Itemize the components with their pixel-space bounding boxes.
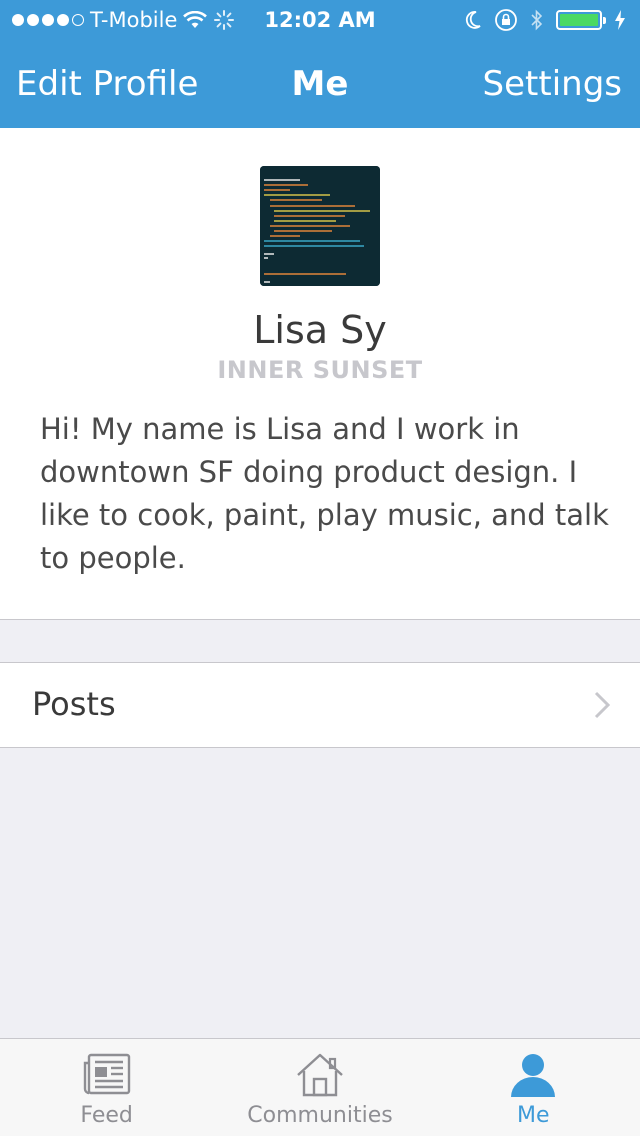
tab-feed-label: Feed xyxy=(80,1103,133,1128)
rotation-lock-icon xyxy=(495,9,517,31)
tab-me-label: Me xyxy=(517,1103,550,1128)
house-icon xyxy=(297,1053,343,1097)
status-bar: T-Mobile 12:02 AM xyxy=(0,0,640,40)
avatar[interactable] xyxy=(260,166,380,286)
profile-card: Lisa Sy INNER SUNSET Hi! My name is Lisa… xyxy=(0,128,640,620)
moon-icon xyxy=(465,11,481,29)
bluetooth-icon xyxy=(531,9,543,31)
battery-icon xyxy=(556,10,606,30)
tab-bar: Feed Communities Me xyxy=(0,1038,640,1136)
person-icon xyxy=(511,1054,556,1097)
profile-bio: Hi! My name is Lisa and I work in downto… xyxy=(40,412,609,575)
tab-feed[interactable]: Feed xyxy=(0,1039,213,1136)
tab-me[interactable]: Me xyxy=(427,1039,640,1136)
profile-name: Lisa Sy xyxy=(253,308,387,352)
status-right-group xyxy=(464,8,626,32)
avatar-image xyxy=(260,166,380,286)
posts-label: Posts xyxy=(32,685,116,723)
newspaper-icon xyxy=(83,1053,130,1095)
posts-row[interactable]: Posts xyxy=(0,662,640,748)
profile-location: INNER SUNSET xyxy=(217,356,423,384)
settings-button[interactable]: Settings xyxy=(483,64,622,104)
tab-communities-label: Communities xyxy=(247,1103,393,1128)
chevron-right-icon xyxy=(594,691,610,719)
charging-bolt-icon xyxy=(615,10,625,30)
tab-communities[interactable]: Communities xyxy=(213,1039,426,1136)
navigation-bar: Edit Profile Me Settings xyxy=(0,40,640,128)
top-bar: T-Mobile 12:02 AM Edit Profile Me Settin… xyxy=(0,0,640,128)
